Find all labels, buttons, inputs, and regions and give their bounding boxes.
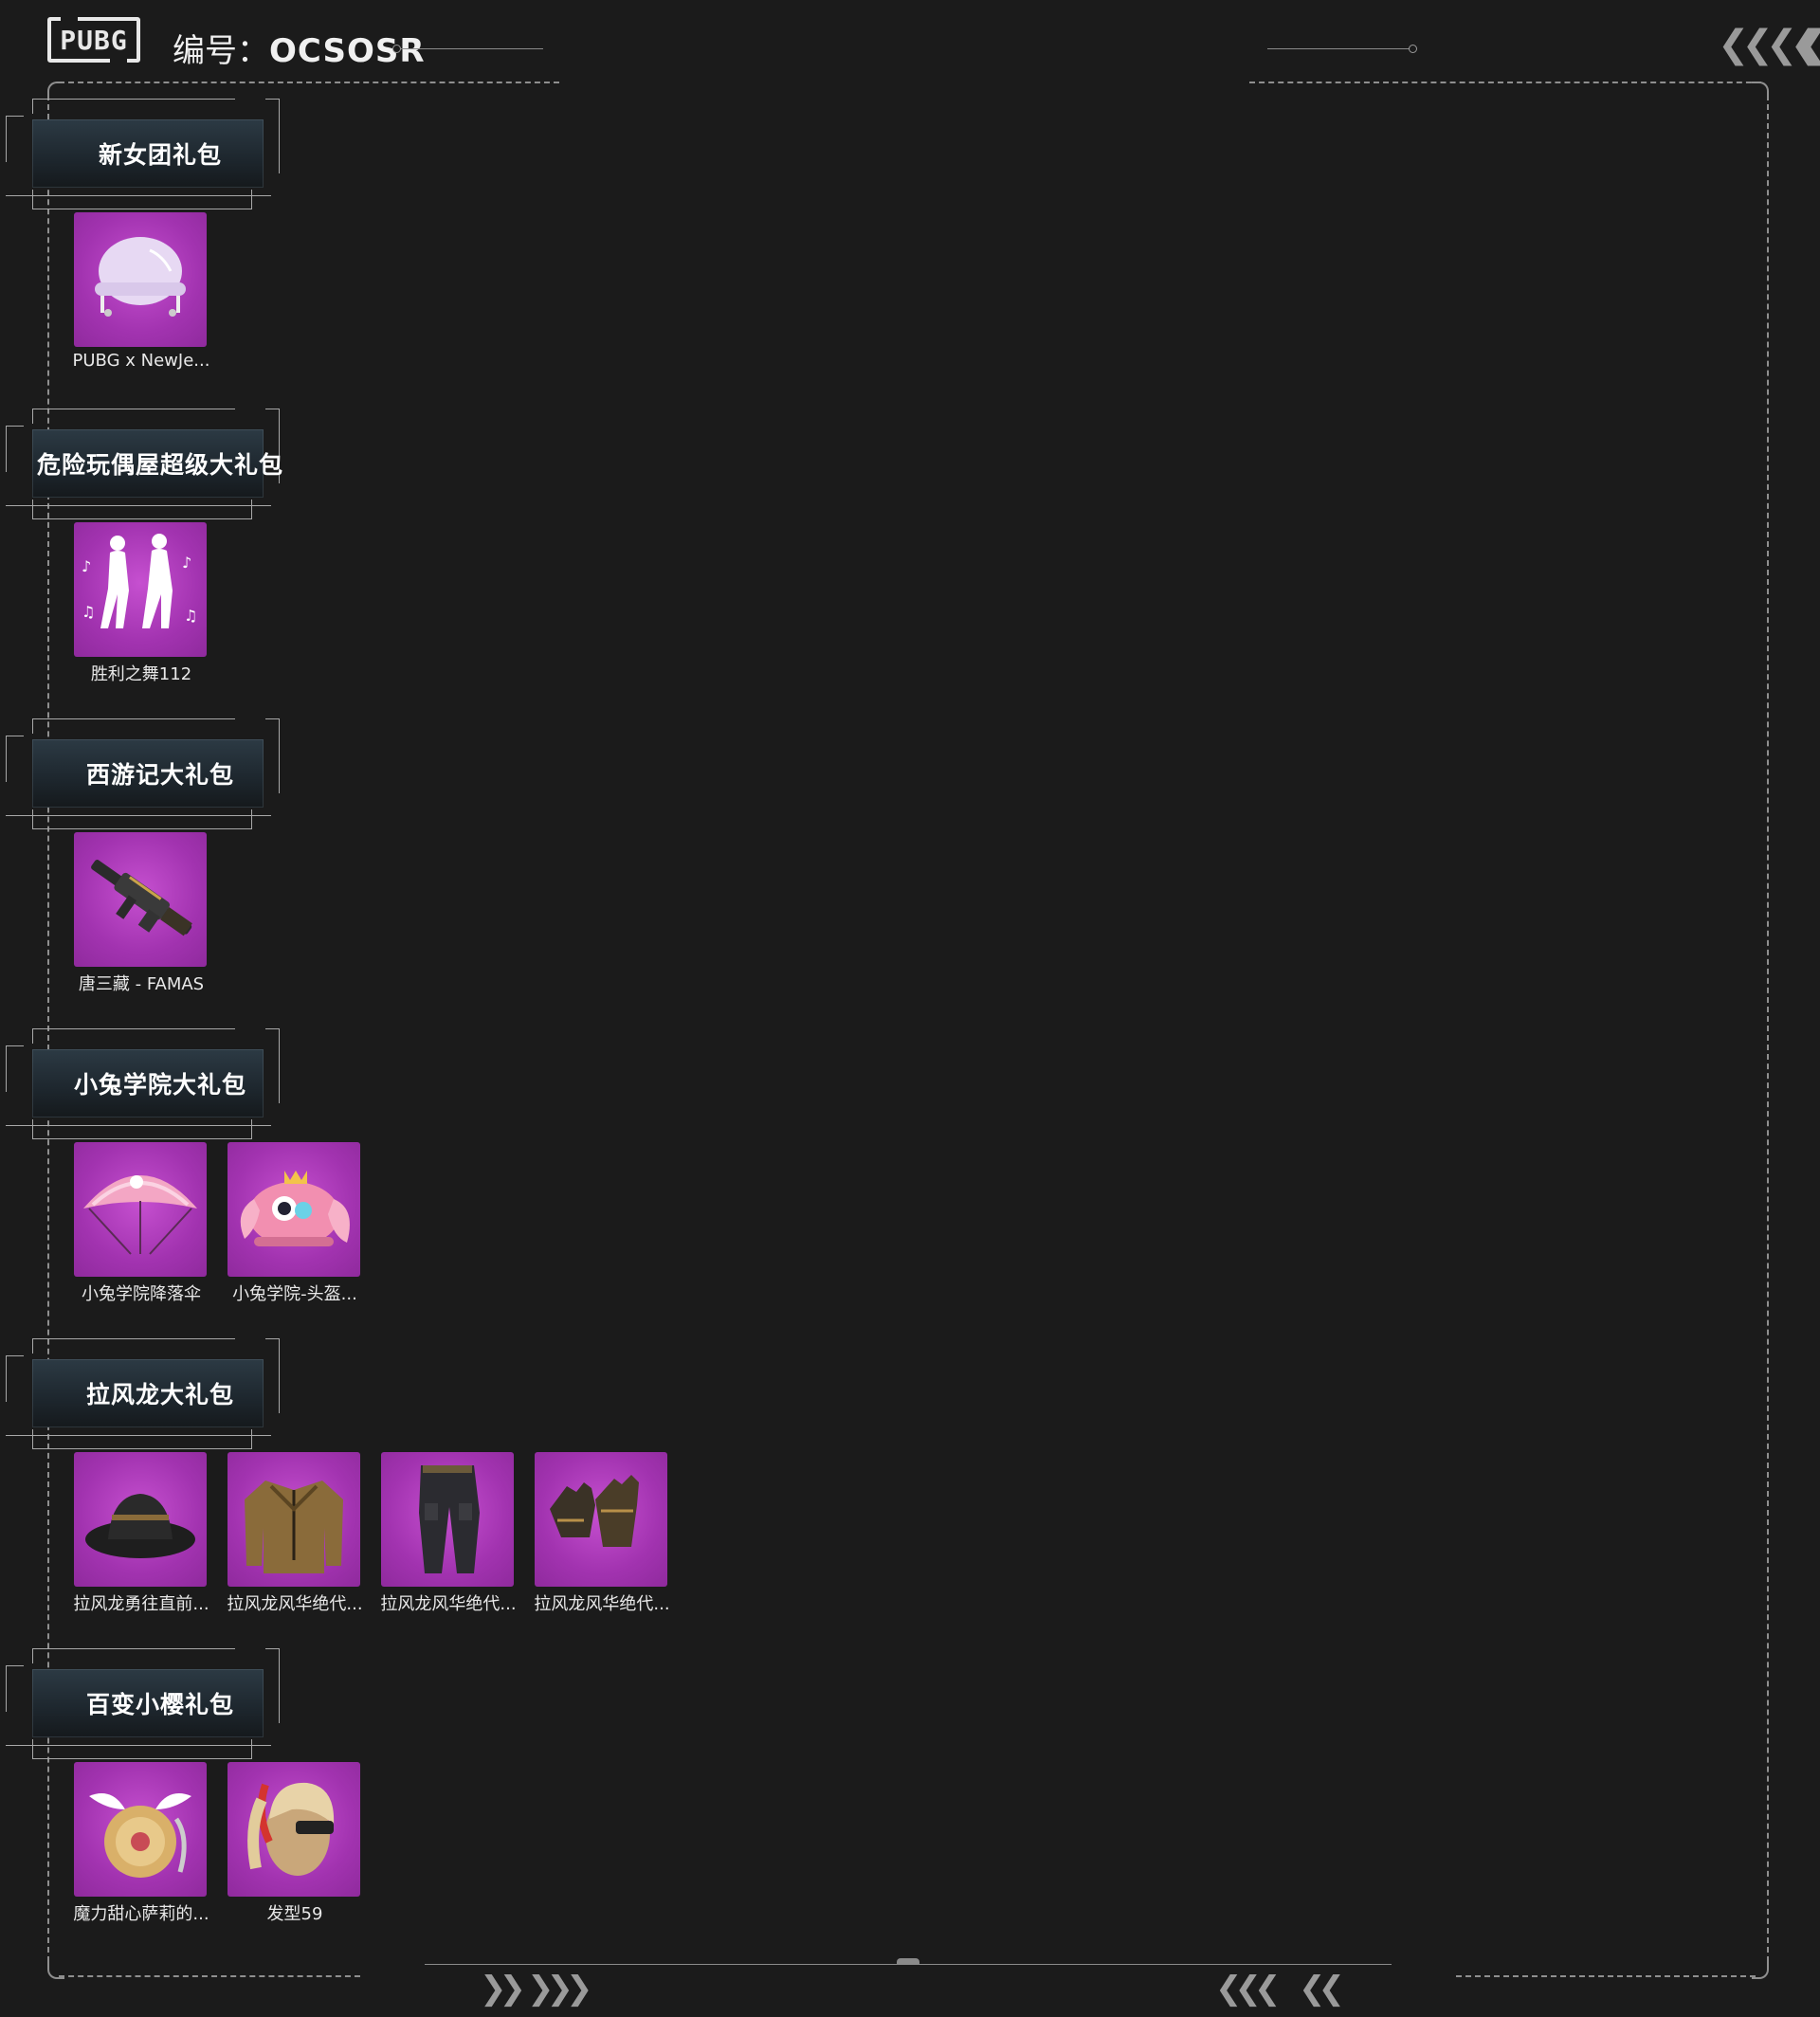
title-bracket — [6, 736, 24, 782]
item-name: 拉风龙风华绝代... — [534, 1594, 670, 1614]
title-bracket — [32, 99, 33, 114]
section-title: 百变小樱礼包 — [85, 1691, 234, 1718]
item-name: 唐三藏 - FAMAS — [78, 974, 205, 994]
title-bracket — [6, 116, 24, 162]
title-bracket — [32, 1648, 235, 1649]
title-bracket — [32, 409, 33, 424]
title-bracket — [32, 718, 235, 719]
item-name: 拉风龙风华绝代... — [380, 1594, 517, 1614]
section-title: 西游记大礼包 — [85, 761, 234, 789]
item-name: 发型59 — [266, 1904, 323, 1924]
item-card[interactable]: 唐三藏 - FAMAS — [74, 832, 209, 995]
bunny-helmet-icon — [228, 1142, 360, 1277]
connector-dot — [1409, 45, 1417, 53]
chevron-left-icon: ❮ — [1797, 23, 1820, 66]
item-card[interactable]: 拉风龙风华绝代... — [534, 1452, 670, 1615]
item-name: 魔力甜心萨莉的... — [73, 1904, 209, 1924]
title-bracket — [32, 500, 252, 519]
serial-number: 编号：OCSOSR — [173, 25, 426, 71]
gift-pack-section: 小兔学院大礼包小兔学院降落伞 小兔学院-头盔... — [0, 1023, 720, 1333]
parachute-icon — [74, 1142, 207, 1277]
item-card[interactable]: 拉风龙风华绝代... — [380, 1452, 517, 1615]
section-title: 危险玩偶屋超级大礼包 — [36, 451, 283, 479]
dance-emote-icon: ♪ ♪ ♫ ♫ — [74, 522, 207, 657]
chevron-right-icon: ❯❯ — [480, 1970, 526, 2008]
serial-prefix: 编号： — [173, 32, 269, 70]
item-name: 拉风龙勇往直前... — [73, 1594, 209, 1614]
title-bracket — [6, 1045, 24, 1092]
gift-pack-section: 西游记大礼包唐三藏 - FAMAS — [0, 713, 720, 1023]
title-bracket — [32, 1119, 252, 1139]
chevron-left-icon: ❮❮❮ — [1215, 1970, 1282, 2008]
rifle-icon — [74, 832, 207, 967]
jacket-icon — [228, 1452, 360, 1587]
item-card[interactable]: 拉风龙勇往直前... — [73, 1452, 209, 1615]
header-line-right — [1267, 48, 1410, 49]
chevron-left-icon: ❮❮ — [1299, 1970, 1345, 2008]
header-line-left — [401, 48, 543, 49]
svg-text:♫: ♫ — [82, 603, 95, 621]
title-bracket — [32, 1028, 235, 1029]
title-bracket — [32, 190, 252, 209]
title-bracket — [32, 1429, 252, 1449]
hairstyle-icon — [228, 1762, 360, 1897]
gift-pack-section: 危险玩偶屋超级大礼包 ♪ ♪ ♫ ♫ 胜利之舞112 — [0, 403, 720, 713]
title-bracket — [32, 1338, 33, 1354]
title-bracket — [32, 718, 33, 734]
helmet-icon — [74, 212, 207, 347]
item-card[interactable]: 小兔学院降落伞 — [74, 1142, 209, 1305]
title-bracket — [32, 809, 252, 829]
header: PUBG 编号：OCSOSR ❮❮❮❮ ❮ — [0, 0, 1820, 95]
title-bracket — [32, 1338, 235, 1339]
item-card[interactable]: 魔力甜心萨莉的... — [73, 1762, 209, 1925]
title-bracket — [32, 1028, 33, 1044]
svg-text:♪: ♪ — [82, 557, 91, 575]
svg-text:♪: ♪ — [182, 554, 191, 572]
item-card[interactable]: 小兔学院-头盔... — [228, 1142, 362, 1305]
connector-dot — [392, 45, 401, 53]
svg-text:♫: ♫ — [184, 607, 197, 625]
item-card[interactable]: 拉风龙风华绝代... — [227, 1452, 363, 1615]
item-name: PUBG x NewJe... — [72, 351, 210, 371]
section-title: 小兔学院大礼包 — [73, 1071, 246, 1099]
serial-code: OCSOSR — [269, 32, 426, 70]
section-title: 拉风龙大礼包 — [85, 1381, 234, 1408]
title-bracket — [6, 1355, 24, 1402]
gloves-icon — [535, 1452, 667, 1587]
item-name: 小兔学院-头盔... — [232, 1284, 357, 1304]
chevron-right-icon: ❯❯❯ — [527, 1970, 593, 2008]
item-name: 拉风龙风华绝代... — [227, 1594, 363, 1614]
item-name: 小兔学院降落伞 — [82, 1284, 201, 1304]
item-card[interactable]: 发型59 — [228, 1762, 362, 1925]
title-bracket — [32, 1739, 252, 1759]
item-card[interactable]: PUBG x NewJe... — [73, 212, 209, 371]
item-name: 胜利之舞112 — [90, 664, 192, 684]
title-bracket — [6, 1665, 24, 1712]
item-card[interactable]: ♪ ♪ ♫ ♫ 胜利之舞112 — [74, 522, 209, 685]
title-bracket — [32, 1648, 33, 1663]
gift-pack-section: 百变小樱礼包魔力甜心萨莉的... 发型59 — [0, 1643, 720, 1953]
title-bracket — [6, 426, 24, 472]
title-bracket — [32, 99, 235, 100]
gift-pack-section: 新女团礼包 PUBG x NewJe... — [0, 93, 720, 403]
gift-pack-section: 拉风龙大礼包拉风龙勇往直前... 拉风龙风华绝代... 拉风龙风华绝代... 拉风龙风… — [0, 1333, 720, 1643]
pants-icon — [381, 1452, 514, 1587]
pubg-logo: PUBG — [47, 13, 140, 66]
section-title: 新女团礼包 — [98, 141, 222, 169]
winged-backpack-icon — [74, 1762, 207, 1897]
bucket-hat-icon — [74, 1452, 207, 1587]
